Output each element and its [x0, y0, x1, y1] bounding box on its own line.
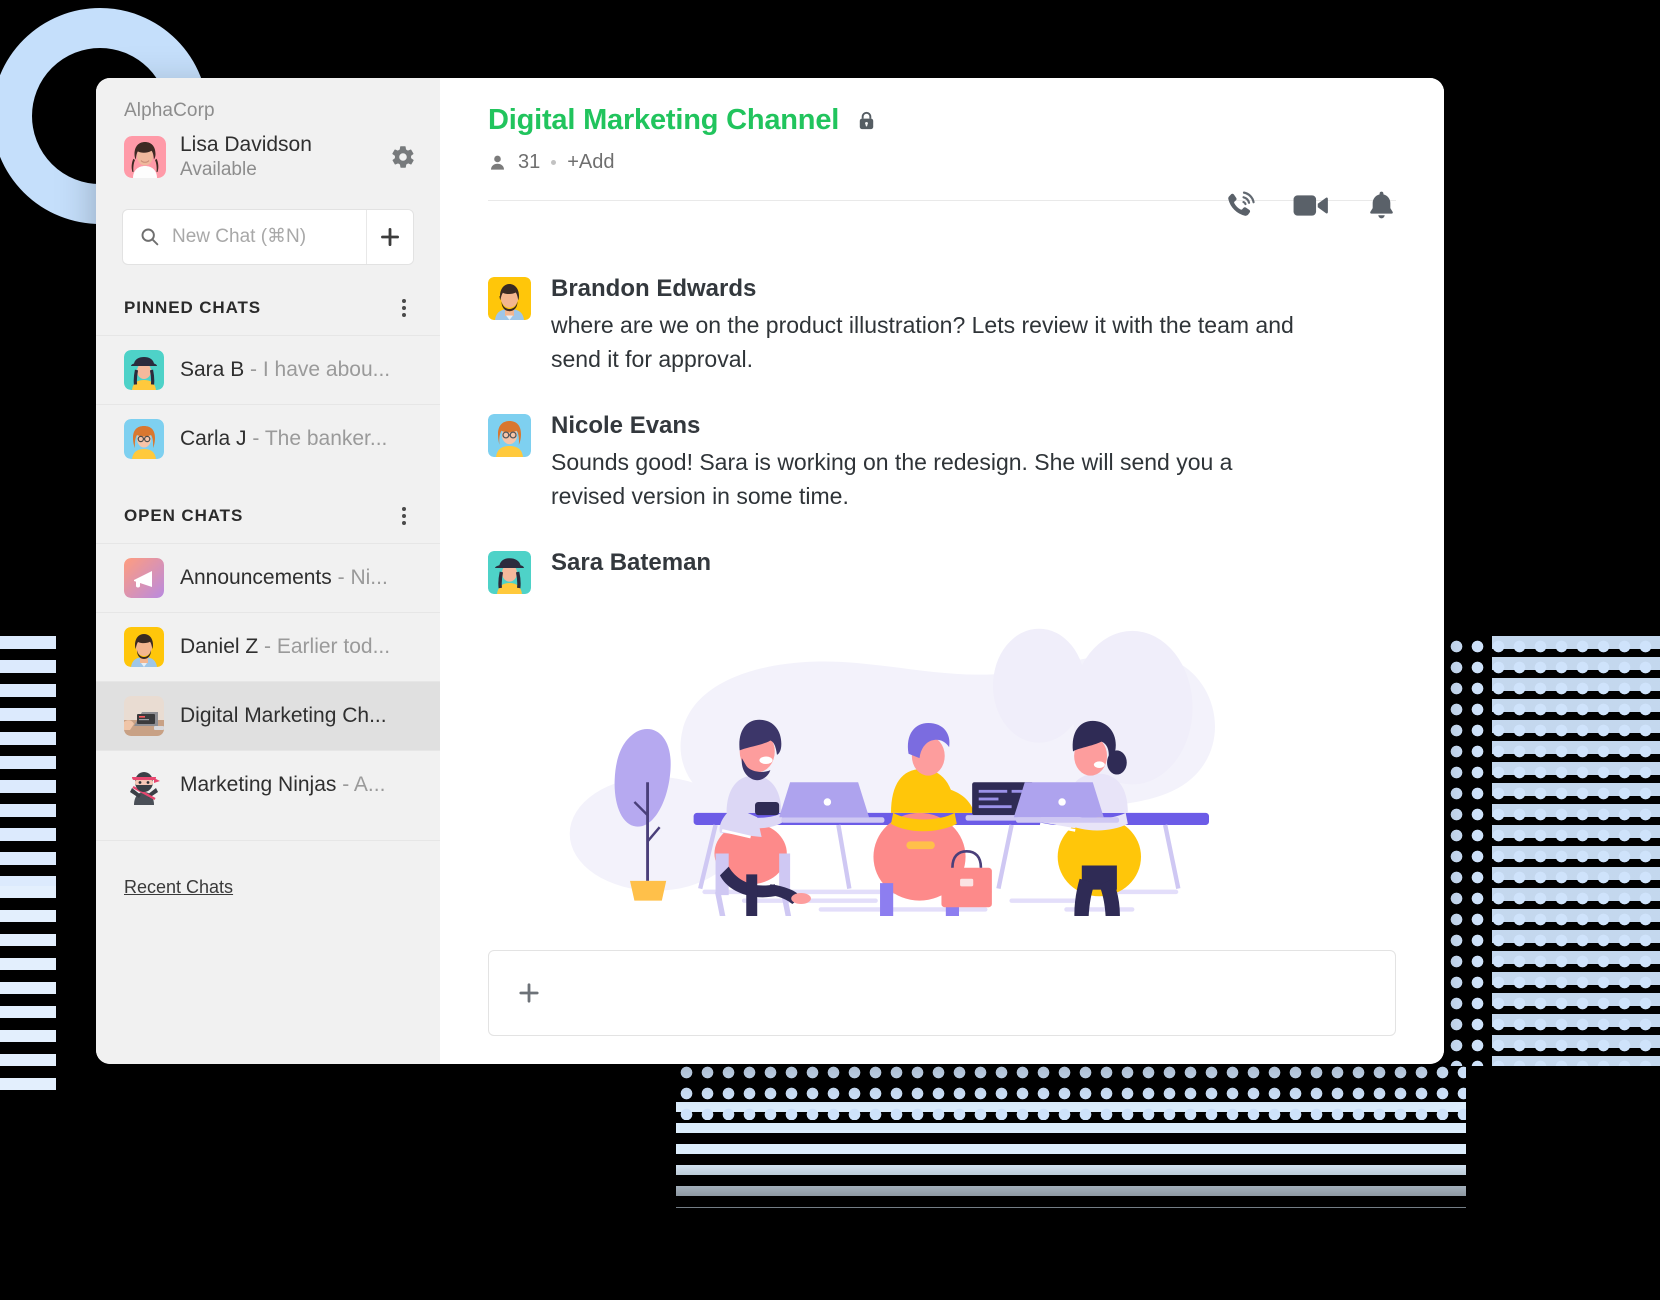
- search-input[interactable]: [172, 225, 366, 248]
- sidebar-item-label: Digital Marketing Ch...: [180, 704, 387, 728]
- channel-actions: [1224, 190, 1396, 221]
- digital-marketing-avatar: [124, 695, 164, 736]
- chat-name: Sara B: [180, 357, 245, 381]
- sidebar-item-label: Daniel Z - Earlier tod...: [180, 635, 390, 659]
- message-item: Nicole Evans Sounds good! Sara is workin…: [488, 410, 1396, 513]
- channel-meta-row: 31 +Add: [488, 151, 1396, 174]
- sidebar-divider: [96, 819, 440, 841]
- decor-fade-bottom: [0, 1160, 1660, 1300]
- video-camera-icon[interactable]: [1293, 193, 1329, 218]
- chat-main-pane: Digital Marketing Channel 31 +Add Brando…: [440, 78, 1444, 1064]
- new-chat-search: [122, 208, 414, 265]
- message-author: Sara Bateman: [551, 549, 712, 577]
- chat-name: Daniel Z: [180, 634, 259, 658]
- daniel-z-avatar: [124, 626, 164, 667]
- lock-icon: [855, 109, 878, 132]
- team-working-illustration: [551, 598, 1396, 916]
- decor-stripes-left: [0, 636, 56, 886]
- decor-dots-bottom: [676, 1062, 1466, 1120]
- sidebar-item-daniel-z[interactable]: Daniel Z - Earlier tod...: [96, 611, 440, 681]
- pinned-chats-menu-button[interactable]: [398, 295, 410, 321]
- message-body: Nicole Evans Sounds good! Sara is workin…: [551, 410, 1396, 513]
- current-user-row[interactable]: Lisa Davidson Available: [96, 128, 440, 183]
- section-header-pinned: PINNED CHATS: [96, 265, 440, 335]
- person-icon: [488, 153, 507, 172]
- message-composer[interactable]: [488, 950, 1396, 1036]
- member-count: 31: [518, 151, 541, 173]
- brandon-edwards-avatar: [488, 277, 531, 320]
- page-root: AlphaCorp Lisa Davidson Available New Ch…: [0, 0, 1660, 1300]
- chat-name: Digital Marketing Ch...: [180, 703, 387, 727]
- avatar: [124, 136, 166, 179]
- sidebar: AlphaCorp Lisa Davidson Available New Ch…: [96, 78, 440, 1064]
- decor-stripes-left-lower: [0, 886, 56, 1096]
- section-title: OPEN CHATS: [124, 505, 244, 525]
- message-text: where are we on the product illustration…: [551, 312, 1294, 372]
- recent-chats-link[interactable]: Recent Chats: [96, 841, 440, 898]
- sara-bateman-avatar: [488, 551, 531, 595]
- channel-title-row: Digital Marketing Channel: [488, 104, 1396, 137]
- message-item: Sara Bateman: [488, 547, 1396, 916]
- carla-j-avatar: [124, 418, 164, 459]
- sidebar-item-sara-b[interactable]: Sara B - I have abou...: [96, 334, 440, 404]
- chat-app-window: AlphaCorp Lisa Davidson Available New Ch…: [96, 78, 1444, 1064]
- nicole-evans-avatar: [488, 414, 531, 458]
- search-field[interactable]: [123, 210, 366, 264]
- chat-name: Announcements: [180, 565, 332, 589]
- message-author: Brandon Edwards: [551, 275, 757, 302]
- chat-preview: - The banker...: [246, 426, 388, 450]
- sidebar-item-marketing-ninjas[interactable]: Marketing Ninjas - A...: [96, 749, 440, 819]
- new-chat-add-button[interactable]: [365, 209, 413, 264]
- message-list: Brandon Edwards where are we on the prod…: [488, 201, 1396, 950]
- chat-preview: - A...: [336, 772, 386, 796]
- sidebar-item-label: Carla J - The banker...: [180, 427, 387, 451]
- current-user-name: Lisa Davidson: [180, 133, 312, 156]
- add-member-link[interactable]: +Add: [567, 151, 614, 174]
- message-body: Brandon Edwards where are we on the prod…: [551, 273, 1396, 376]
- search-icon: [139, 226, 160, 247]
- sara-b-avatar: [124, 349, 164, 390]
- chat-name: Marketing Ninjas: [180, 772, 337, 796]
- sidebar-item-carla-j[interactable]: Carla J - The banker...: [96, 403, 440, 473]
- marketing-ninjas-avatar: [124, 764, 164, 805]
- message-body: Sara Bateman: [551, 547, 1396, 916]
- chat-name: Carla J: [180, 426, 247, 450]
- section-title: PINNED CHATS: [124, 297, 262, 317]
- sidebar-item-announcements[interactable]: Announcements - Ni...: [96, 542, 440, 612]
- bell-icon[interactable]: [1367, 190, 1396, 221]
- chat-preview: - Ni...: [331, 565, 388, 589]
- sidebar-item-label: Announcements - Ni...: [180, 566, 388, 590]
- gear-icon[interactable]: [390, 144, 416, 170]
- sidebar-item-digital-marketing-channel[interactable]: Digital Marketing Ch...: [96, 680, 440, 750]
- decor-dots-right: [1446, 636, 1660, 1066]
- org-name: AlphaCorp: [124, 100, 215, 121]
- announcements-avatar: [124, 557, 164, 598]
- page-title: Digital Marketing Channel: [488, 104, 840, 136]
- attach-add-icon[interactable]: [515, 979, 543, 1007]
- chat-preview: - I have abou...: [244, 357, 391, 381]
- message-author: Nicole Evans: [551, 412, 701, 440]
- section-header-open: OPEN CHATS: [96, 473, 440, 543]
- separator-dot: [551, 160, 557, 165]
- channel-header: Digital Marketing Channel 31 +Add: [488, 78, 1396, 219]
- open-chats-menu-button[interactable]: [398, 503, 410, 529]
- phone-call-icon[interactable]: [1224, 190, 1255, 221]
- chat-preview: - Earlier tod...: [258, 634, 391, 658]
- sidebar-item-label: Sara B - I have abou...: [180, 358, 390, 382]
- message-text: Sounds good! Sara is working on the rede…: [551, 449, 1233, 509]
- message-item: Brandon Edwards where are we on the prod…: [488, 273, 1396, 376]
- current-user-info: Lisa Davidson Available: [180, 132, 390, 183]
- sidebar-item-label: Marketing Ninjas - A...: [180, 773, 385, 797]
- current-user-status: Available: [180, 159, 257, 181]
